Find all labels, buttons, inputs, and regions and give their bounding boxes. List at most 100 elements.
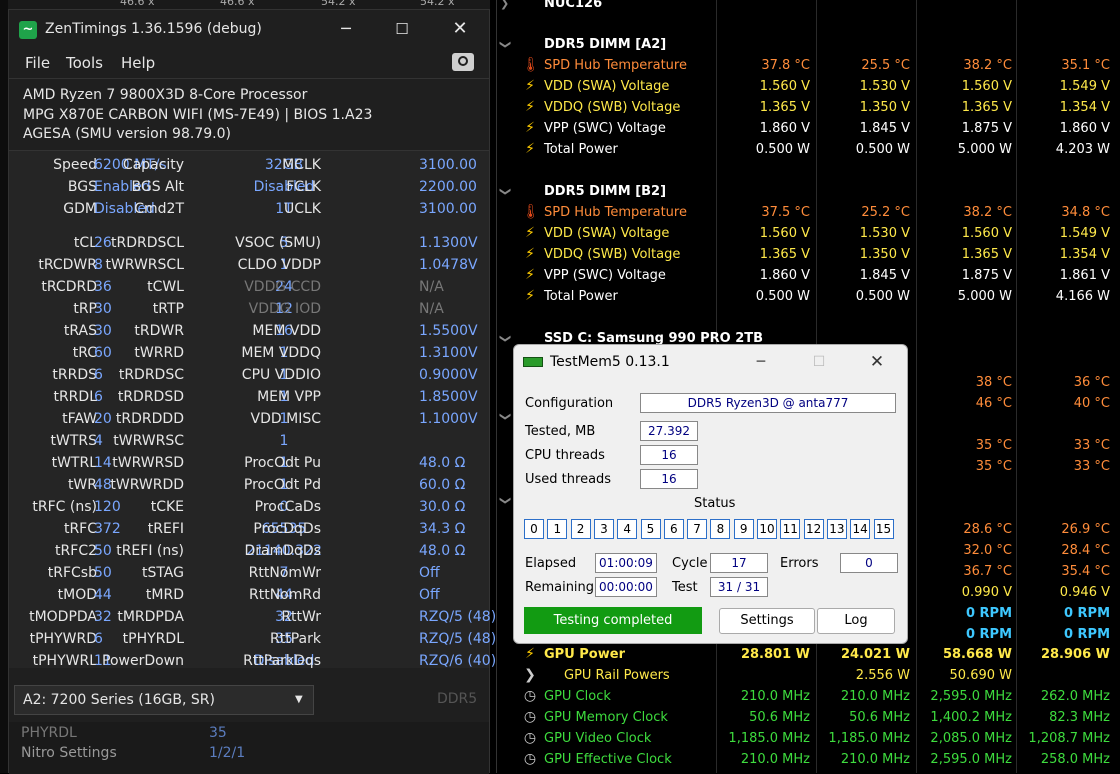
menu-help[interactable]: Help (121, 54, 155, 72)
sensor-value: 4.166 W (1055, 289, 1110, 304)
sensor-row[interactable]: ◷ GPU Effective Clock 210.0 MHz 210.0 MHz 2,… (490, 749, 1120, 770)
thread-status-cell: 1 (547, 519, 568, 539)
expand-chevron-icon[interactable]: ❮ (498, 412, 511, 421)
lightning-icon: ⚡ (525, 99, 535, 115)
sensor-row[interactable]: 🌡 SPD Hub Temperature 37.8 °C 25.5 °C 38.2 °… (490, 55, 1120, 76)
thread-status-cell: 2 (570, 519, 591, 539)
timing-label: UCLK (283, 201, 321, 217)
sensor-value: 1.845 V (859, 121, 910, 136)
cpu-threads-label: CPU threads (525, 448, 605, 463)
sensor-row[interactable]: 🌡 SPD Hub Temperature 37.5 °C 25.2 °C 38.2 °… (490, 202, 1120, 223)
lightning-icon: ⚡ (525, 646, 535, 662)
memory-chip-icon (523, 357, 543, 367)
sensor-value: 1.875 V (961, 121, 1012, 136)
expand-chevron-icon[interactable]: ❮ (494, 334, 515, 343)
minimize-button[interactable]: ─ (748, 345, 774, 379)
dimm-select[interactable]: A2: 7200 Series (16GB, SR) ▼ (14, 685, 314, 715)
title-bar[interactable]: TestMem5 0.13.1 ─ ☐ ✕ (514, 345, 907, 379)
sensor-name: VDDQ (SWB) Voltage (544, 247, 681, 262)
timing-label: MEM VDD (252, 323, 321, 339)
sensor-group[interactable]: ❯ NUC126 (490, 0, 1120, 14)
sensor-value: 1,185.0 MHz (828, 731, 910, 746)
strip-value: 54.2 x (321, 0, 356, 8)
sensor-value: 50.690 W (949, 668, 1012, 683)
maximize-button[interactable]: ☐ (806, 345, 832, 379)
close-button[interactable]: ✕ (864, 345, 890, 379)
sensor-row[interactable]: ⚡ VDDQ (SWB) Voltage 1.365 V 1.350 V 1.365 V… (490, 244, 1120, 265)
timing-value: 1.8500V (419, 389, 478, 405)
configuration-field: DDR5 Ryzen3D @ anta777 (640, 393, 896, 413)
sensor-value: 28.6 °C (963, 522, 1012, 537)
sensor-row[interactable]: ⚡ VPP (SWC) Voltage 1.860 V 1.845 V 1.875 V 1… (490, 265, 1120, 286)
sensor-value: 1,400.2 MHz (930, 710, 1012, 725)
timing-value: 30.0 Ω (419, 499, 466, 515)
minimize-button[interactable]: ─ (331, 10, 361, 48)
sensor-value: 5.000 W (957, 142, 1012, 157)
sensor-value: 1.560 V (759, 79, 810, 94)
timing-label: ProcOdt Pu (244, 455, 321, 471)
sensor-row[interactable]: ⚡ Total Power 0.500 W 0.500 W 5.000 W 4.203 W (490, 139, 1120, 160)
sensor-row[interactable]: ❯ GPU Rail Powers 2.556 W 50.690 W (490, 665, 1120, 686)
sensor-row[interactable]: ◷ GPU Clock 210.0 MHz 210.0 MHz 2,595.0 MHz 2… (490, 686, 1120, 707)
lightning-icon: ⚡ (525, 120, 535, 136)
zentimings-window: ~ ZenTimings 1.36.1596 (debug) ─ ☐ ✕ Fil… (8, 9, 496, 774)
timing-label: VDDG CCD (244, 279, 321, 295)
timing-label: ProcOdt Pd (243, 477, 321, 493)
timing-label: tRDWR (134, 323, 184, 339)
expand-chevron-icon[interactable]: ❯ (522, 667, 538, 684)
thermometer-icon: 🌡 (522, 204, 540, 220)
thread-status-cell: 15 (873, 519, 894, 539)
timing-label: tPHYRDL (122, 631, 184, 647)
sensor-row[interactable]: ⚡ VDDQ (SWB) Voltage 1.365 V 1.350 V 1.365 V… (490, 97, 1120, 118)
sensor-value: 37.8 °C (761, 58, 810, 73)
sensor-group[interactable]: ❮ DDR5 DIMM [A2] (490, 34, 1120, 55)
close-button[interactable]: ✕ (445, 10, 475, 48)
cycle-label: Cycle (672, 556, 708, 571)
settings-button[interactable]: Settings (719, 608, 815, 634)
background-top-strip: 46.6 x 46.6 x 54.2 x 54.2 x (8, 0, 490, 9)
sensor-value: 33 °C (1073, 438, 1110, 453)
timing-label: VDDG IOD (248, 301, 321, 317)
sensor-value: 38.2 °C (963, 58, 1012, 73)
strip-value: 46.6 x (220, 0, 255, 8)
expand-chevron-icon[interactable]: ❯ (500, 0, 509, 14)
sensor-row[interactable]: ⚡ Total Power 0.500 W 0.500 W 5.000 W 4.166 W (490, 286, 1120, 307)
thread-status-cell: 11 (780, 519, 801, 539)
clock-icon: ◷ (523, 709, 537, 725)
sensor-value: 35 °C (975, 438, 1012, 453)
timing-label: DramDqDs (244, 543, 322, 559)
title-bar[interactable]: ~ ZenTimings 1.36.1596 (debug) ─ ☐ ✕ (9, 10, 489, 48)
sensor-row[interactable]: ◷ GPU Video Clock 1,185.0 MHz 1,185.0 MHz 2,… (490, 728, 1120, 749)
camera-icon[interactable] (452, 53, 474, 71)
timing-label: tWRWRDD (110, 477, 184, 493)
sensor-name: VPP (SWC) Voltage (544, 121, 666, 136)
expand-chevron-icon[interactable]: ❮ (494, 40, 515, 49)
sensor-row[interactable]: ⚡ VDD (SWA) Voltage 1.560 V 1.530 V 1.560 V 1… (490, 223, 1120, 244)
system-info: AMD Ryzen 7 9800X3D 8-Core Processor MPG… (23, 86, 372, 145)
extra-panel: PHYRDL 35 Nitro Settings 1/2/1 (9, 722, 489, 774)
sensor-row[interactable]: ⚡ VDD (SWA) Voltage 1.560 V 1.530 V 1.560 V 1… (490, 76, 1120, 97)
sensor-row[interactable]: ⚡ VPP (SWC) Voltage 1.860 V 1.845 V 1.875 V 1… (490, 118, 1120, 139)
log-button[interactable]: Log (817, 608, 895, 634)
memory-type-label: DDR5 (437, 691, 478, 707)
timing-value: 1.3100V (419, 345, 478, 361)
board-name: MPG X870E CARBON WIFI (MS-7E49) | BIOS 1… (23, 106, 373, 123)
sensor-row[interactable]: ◷ GPU Memory Clock 50.6 MHz 50.6 MHz 1,400.2… (490, 707, 1120, 728)
sensor-name: GPU Rail Powers (564, 668, 670, 683)
extra-value: 35 (209, 725, 227, 741)
sensor-row[interactable]: ⚡ GPU Power 28.801 W 24.021 W 58.668 W 28.906… (490, 644, 1120, 665)
menu-bar: File Tools Help (9, 48, 489, 78)
timing-label: ProcCaDs (254, 499, 321, 515)
sensor-value: 37.5 °C (761, 205, 810, 220)
agesa-version: AGESA (SMU version 98.79.0) (23, 126, 231, 142)
thread-status-cell: 4 (617, 519, 638, 539)
expand-chevron-icon[interactable]: ❮ (494, 187, 515, 196)
sensor-value: 50.6 MHz (849, 710, 910, 725)
menu-tools[interactable]: Tools (66, 54, 103, 72)
maximize-button[interactable]: ☐ (387, 10, 417, 48)
sensor-value: 1.365 V (961, 100, 1012, 115)
sensor-group[interactable]: ❮ DDR5 DIMM [B2] (490, 181, 1120, 202)
menu-file[interactable]: File (25, 54, 50, 72)
expand-chevron-icon[interactable]: ❮ (498, 496, 511, 505)
sensor-value: 24.021 W (840, 647, 910, 662)
